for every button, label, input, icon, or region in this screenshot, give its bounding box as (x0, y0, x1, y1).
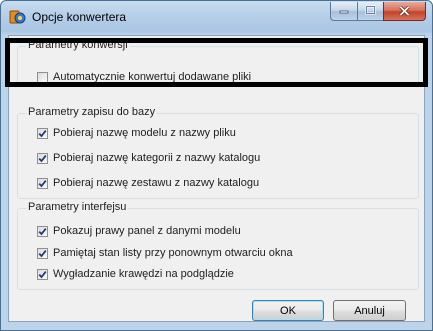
checkbox-right-panel[interactable] (37, 225, 48, 237)
close-icon (399, 4, 410, 19)
app-icon (9, 9, 26, 26)
checkbox-auto-convert[interactable] (37, 71, 48, 83)
maximize-button[interactable] (357, 2, 383, 21)
checkmark-icon (38, 179, 47, 187)
dialog-content: Parametry konwersji Automatycznie konwer… (8, 35, 425, 322)
cancel-button[interactable]: Anuluj (333, 300, 406, 321)
option-remember-list-label: Pamiętaj stan listy przy ponownym otwarc… (53, 247, 293, 259)
checkmark-icon (38, 249, 47, 257)
title-bar[interactable]: Opcje konwertera (1, 1, 432, 35)
option-set-name[interactable]: Pobieraj nazwę zestawu z nazwy katalogu (37, 177, 259, 189)
group-conversion-label: Parametry konwersji (26, 39, 130, 51)
checkmark-icon (38, 270, 47, 278)
checkbox-category-name[interactable] (37, 152, 48, 164)
checkbox-set-name[interactable] (37, 177, 48, 189)
option-set-name-label: Pobieraj nazwę zestawu z nazwy katalogu (53, 177, 260, 189)
option-model-name[interactable]: Pobieraj nazwę modelu z nazwy pliku (37, 127, 236, 139)
option-antialiasing-label: Wygładzanie krawędzi na podglądzie (53, 268, 234, 280)
option-remember-list[interactable]: Pamiętaj stan listy przy ponownym otwarc… (37, 247, 293, 259)
group-database-label: Parametry zapisu do bazy (26, 106, 158, 118)
option-category-name-label: Pobieraj nazwę kategorii z nazwy katalog… (53, 152, 261, 164)
window-title: Opcje konwertera (32, 10, 127, 24)
maximize-icon (365, 5, 376, 18)
checkmark-icon (38, 227, 47, 235)
option-right-panel[interactable]: Pokazuj prawy panel z danymi modelu (37, 225, 241, 237)
minimize-button[interactable] (330, 2, 357, 21)
window-controls (330, 2, 426, 21)
minimize-icon (339, 5, 349, 17)
checkbox-model-name[interactable] (37, 127, 48, 139)
dialog-window: Opcje konwertera Parametry konwersji Aut… (0, 0, 433, 331)
option-antialiasing[interactable]: Wygładzanie krawędzi na podglądzie (37, 268, 234, 280)
option-auto-convert-label: Automatycznie konwertuj dodawane pliki (53, 71, 252, 83)
checkmark-icon (38, 129, 47, 137)
ok-button[interactable]: OK (252, 300, 324, 321)
option-category-name[interactable]: Pobieraj nazwę kategorii z nazwy katalog… (37, 152, 260, 164)
checkbox-remember-list[interactable] (37, 247, 48, 259)
group-interface-label: Parametry interfejsu (26, 201, 129, 213)
option-auto-convert[interactable]: Automatycznie konwertuj dodawane pliki (37, 71, 251, 83)
checkmark-icon (38, 154, 47, 162)
option-right-panel-label: Pokazuj prawy panel z danymi modelu (53, 225, 241, 237)
checkbox-antialiasing[interactable] (37, 268, 48, 280)
option-model-name-label: Pobieraj nazwę modelu z nazwy pliku (53, 127, 236, 139)
close-button[interactable] (383, 2, 426, 21)
